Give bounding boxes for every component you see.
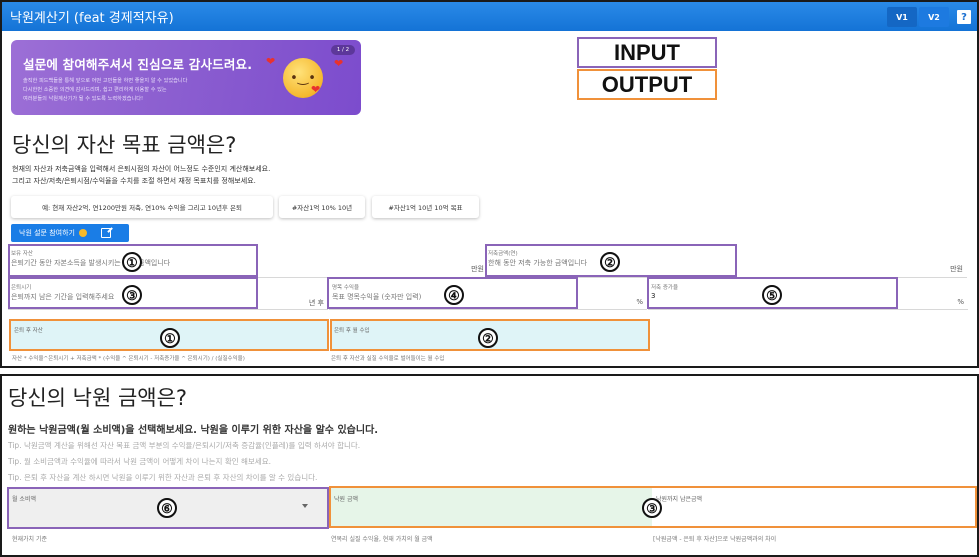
asset-goal-screenshot: 낙원계산기 (feat 경제적자유) V1 V2 ? 설문에 참여해주셔서 진심… — [0, 0, 979, 368]
tip-text: Tip. 월 소비금액과 수익율에 따라서 낙원 금액이 어떻게 차이 나는지 … — [8, 457, 271, 466]
app-bar-actions: V1 V2 ? — [887, 7, 971, 27]
badge-1: ① — [122, 252, 142, 272]
badge-1: ① — [160, 328, 180, 348]
asset-after-retire-helper: 자산 * 수익율^은퇴시기 + 저축금액 * (수익율 ^ 은퇴시기 - 저축증… — [12, 356, 245, 362]
monthly-spend-helper: 현재가치 기준 — [12, 536, 48, 543]
smiley-icon — [78, 229, 87, 237]
survey-button-label: 낙원 설문 참여하기 — [19, 229, 75, 237]
retire-period-label: 은퇴시기 — [11, 285, 32, 291]
remaining-amount-output: 낙원까지 남은금액 — [652, 488, 977, 528]
savings-unit: 만원 — [950, 265, 963, 273]
banner-line: 여러분들의 낙원계산기가 될 수 있도록 노력하겠습니다! — [23, 96, 144, 102]
banner-title: 설문에 참여해주셔서 진심으로 감사드려요. — [23, 57, 253, 72]
help-icon[interactable]: ? — [957, 10, 971, 24]
banner-line: 솔직한 피드백들을 통해 앞으로 어떤 고민들을 하면 좋을지 알 수 있었습니… — [23, 78, 188, 84]
paradise-heading: 당신의 낙원 금액은? — [8, 386, 188, 410]
savings-growth-input[interactable]: 3 — [651, 292, 655, 300]
return-rate-input[interactable]: 목표 명목수익율 (숫자만 입력) — [332, 292, 421, 302]
badge-3: ③ — [642, 498, 662, 518]
paradise-amount-helper: 연복리 실질 수익율, 현재 가치의 월 금액 — [331, 536, 433, 543]
asset-goal-description: 현재의 자산과 저축금액을 입력해서 은퇴시점의 자산이 어느정도 수준인지 계… — [12, 165, 271, 173]
savings-label: 저축금액(연) — [488, 251, 518, 257]
example-chip[interactable]: #자산1억 10% 10년 — [279, 196, 365, 218]
assets-unit: 만원 — [471, 265, 484, 273]
savings-growth-field[interactable]: 저축 증가율 3 % — [648, 278, 968, 310]
asset-goal-heading: 당신의 자산 목표 금액은? — [12, 133, 237, 157]
assets-input[interactable]: 은퇴기간 동안 자본소득을 발생시키는 자산 금액입니다 — [11, 258, 170, 268]
legend-input: INPUT — [577, 37, 717, 68]
savings-growth-label: 저축 증가율 — [651, 285, 679, 291]
tip-text: Tip. 은퇴 후 자산을 계산 하시면 낙원을 이루기 위한 자산과 은퇴 후… — [8, 473, 318, 482]
survey-participate-button[interactable]: 낙원 설문 참여하기 — [11, 224, 129, 242]
remaining-amount-label: 낙원까지 남은금액 — [656, 496, 703, 503]
assets-field[interactable]: 보유 자산 은퇴기간 동안 자본소득을 발생시키는 자산 금액입니다 만원 — [8, 244, 488, 278]
app-title: 낙원계산기 (feat 경제적자유) — [10, 11, 174, 26]
assets-label: 보유 자산 — [11, 251, 33, 257]
badge-6: ⑥ — [157, 498, 177, 518]
monthly-income-label: 은퇴 후 월 수입 — [334, 328, 370, 334]
savings-field[interactable]: 저축금액(연) 한해 동안 저축 가능한 금액입니다 만원 — [485, 244, 967, 278]
version-v1-button[interactable]: V1 — [887, 7, 917, 27]
paradise-amount-label: 낙원 금액 — [334, 496, 358, 503]
heart-icon: ❤ — [311, 83, 321, 96]
badge-2: ② — [600, 252, 620, 272]
banner-line: 다시한번 소중한 의견에 감사드리며, 쉽고 편리하게 이용할 수 있는 — [23, 87, 167, 93]
savings-growth-unit: % — [957, 298, 964, 306]
monthly-income-helper: 은퇴 후 자산과 실질 수익율로 벌어들이는 월 수입 — [331, 356, 445, 362]
badge-3: ③ — [122, 285, 142, 305]
paradise-amount-output: 낙원 금액 — [330, 488, 652, 528]
badge-4: ④ — [444, 285, 464, 305]
return-rate-unit: % — [636, 298, 643, 306]
version-v2-button[interactable]: V2 — [919, 7, 949, 27]
asset-after-retire-label: 은퇴 후 자산 — [14, 328, 43, 334]
return-rate-field[interactable]: 명목 수익율 목표 명목수익율 (숫자만 입력) % — [329, 278, 647, 310]
banner-page-counter: 1 / 2 — [331, 45, 355, 55]
heart-icon: ❤ — [266, 55, 276, 68]
example-chip[interactable]: 예: 현재 자산2억, 연1200만원 저축, 연10% 수익을 그리고 10년… — [11, 196, 273, 218]
heart-icon: ❤ — [334, 57, 344, 70]
badge-5: ⑤ — [762, 285, 782, 305]
badge-2: ② — [478, 328, 498, 348]
dropdown-arrow-icon[interactable] — [302, 504, 308, 508]
remaining-amount-helper: [낙원금액 - 은퇴 후 자산]으로 낙원금액과의 차이 — [653, 536, 777, 543]
app-bar: 낙원계산기 (feat 경제적자유) V1 V2 ? — [2, 2, 977, 31]
external-link-icon — [100, 228, 111, 238]
retire-period-unit: 년 후 — [308, 299, 324, 307]
legend-output: OUTPUT — [577, 69, 717, 100]
tip-text: Tip. 낙원금액 계산을 위해선 자산 목표 금액 부분의 수익율/은퇴시기/… — [8, 441, 361, 450]
retire-period-field[interactable]: 은퇴시기 은퇴까지 남은 기간을 입력해주세요 년 후 — [8, 278, 328, 310]
return-rate-label: 명목 수익율 — [332, 285, 360, 291]
savings-input[interactable]: 한해 동안 저축 가능한 금액입니다 — [488, 258, 587, 268]
retire-period-input[interactable]: 은퇴까지 남은 기간을 입력해주세요 — [11, 292, 114, 302]
monthly-spend-label: 월 소비액 — [12, 496, 36, 503]
paradise-subheading: 원하는 낙원금액(월 소비액)을 선택해보세요. 낙원을 이루기 위한 자산을 … — [8, 425, 379, 436]
survey-thanks-banner[interactable]: 설문에 참여해주셔서 진심으로 감사드려요. 솔직한 피드백들을 통해 앞으로 … — [11, 40, 361, 115]
asset-goal-description: 그리고 자산/저축/은퇴시점/수익율을 수치를 조절 하면서 재정 목표치를 정… — [12, 177, 256, 185]
paradise-amount-screenshot: 당신의 낙원 금액은? 원하는 낙원금액(월 소비액)을 선택해보세요. 낙원을… — [0, 374, 979, 557]
example-chip[interactable]: #자산1억 10년 10억 목표 — [372, 196, 479, 218]
